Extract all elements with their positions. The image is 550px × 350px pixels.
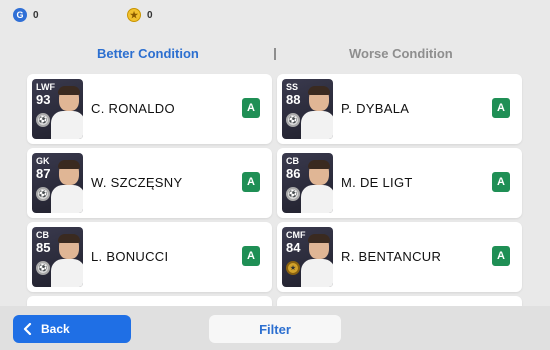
tab-divider [274, 48, 276, 60]
coin-value: 0 [147, 9, 153, 21]
club-badge-icon: ★ [286, 261, 300, 275]
condition-badge: A [492, 172, 510, 192]
player-name: M. DE LIGT [341, 175, 413, 190]
player-photo [51, 234, 83, 287]
chevron-left-icon [23, 323, 32, 335]
coin-balance: ★ 0 [127, 8, 153, 22]
player-position: LWF [36, 82, 55, 92]
club-badge-icon: ⚽ [286, 113, 300, 127]
player-rating: 86 [286, 166, 301, 181]
player-rating: 85 [36, 240, 51, 255]
player-photo [301, 160, 333, 213]
condition-badge: A [492, 98, 510, 118]
player-name: R. BENTANCUR [341, 249, 442, 264]
player-rating: 84 [286, 240, 301, 255]
player-rating: 88 [286, 92, 301, 107]
player-rating: 93 [36, 92, 51, 107]
player-position: CB [286, 156, 299, 166]
player-thumbnail: CMF 84 ★ [282, 227, 333, 287]
club-badge-icon: ⚽ [36, 187, 50, 201]
player-card[interactable]: CB 85 ⚽ L. BONUCCI A [27, 222, 272, 292]
tab-better-condition[interactable]: Better Condition [97, 46, 199, 61]
player-position: SS [286, 82, 299, 92]
player-rating: 87 [36, 166, 51, 181]
player-card-partial[interactable] [277, 296, 522, 306]
player-card[interactable]: CMF 84 ★ R. BENTANCUR A [277, 222, 522, 292]
player-card[interactable]: SS 88 ⚽ P. DYBALA A [277, 74, 522, 144]
player-card[interactable]: CB 86 ⚽ M. DE LIGT A [277, 148, 522, 218]
player-card[interactable]: GK 87 ⚽ W. SZCZĘSNY A [27, 148, 272, 218]
player-thumbnail: GK 87 ⚽ [32, 153, 83, 213]
condition-badge: A [492, 246, 510, 266]
condition-badge: A [242, 246, 260, 266]
bottom-bar: Back Filter [0, 306, 550, 350]
player-thumbnail: LWF 93 ⚽ [32, 79, 83, 139]
currency-bar: G 0 ★ 0 [0, 0, 550, 32]
back-button[interactable]: Back [13, 315, 131, 343]
condition-tabs: Better Condition Worse Condition [0, 42, 550, 66]
player-card-partial[interactable] [27, 296, 272, 306]
back-label: Back [41, 322, 70, 336]
tab-worse-condition[interactable]: Worse Condition [349, 46, 453, 61]
player-position: CB [36, 230, 49, 240]
club-badge-icon: ⚽ [36, 113, 50, 127]
condition-badge: A [242, 98, 260, 118]
filter-label: Filter [259, 321, 291, 337]
gp-balance: G 0 [13, 8, 39, 22]
star-coin-icon: ★ [127, 8, 141, 22]
player-name: W. SZCZĘSNY [91, 175, 183, 190]
gp-value: 0 [33, 9, 39, 21]
player-thumbnail: SS 88 ⚽ [282, 79, 333, 139]
player-thumbnail: CB 85 ⚽ [32, 227, 83, 287]
player-position: CMF [286, 230, 306, 240]
player-position: GK [36, 156, 50, 166]
club-badge-icon: ⚽ [36, 261, 50, 275]
club-badge-icon: ⚽ [286, 187, 300, 201]
filter-button[interactable]: Filter [209, 315, 341, 343]
player-card[interactable]: LWF 93 ⚽ C. RONALDO A [27, 74, 272, 144]
player-photo [301, 234, 333, 287]
gp-coin-icon: G [13, 8, 27, 22]
player-name: C. RONALDO [91, 101, 175, 116]
player-thumbnail: CB 86 ⚽ [282, 153, 333, 213]
player-photo [51, 86, 83, 139]
condition-badge: A [242, 172, 260, 192]
player-name: L. BONUCCI [91, 249, 169, 264]
player-photo [301, 86, 333, 139]
player-name: P. DYBALA [341, 101, 410, 116]
player-photo [51, 160, 83, 213]
